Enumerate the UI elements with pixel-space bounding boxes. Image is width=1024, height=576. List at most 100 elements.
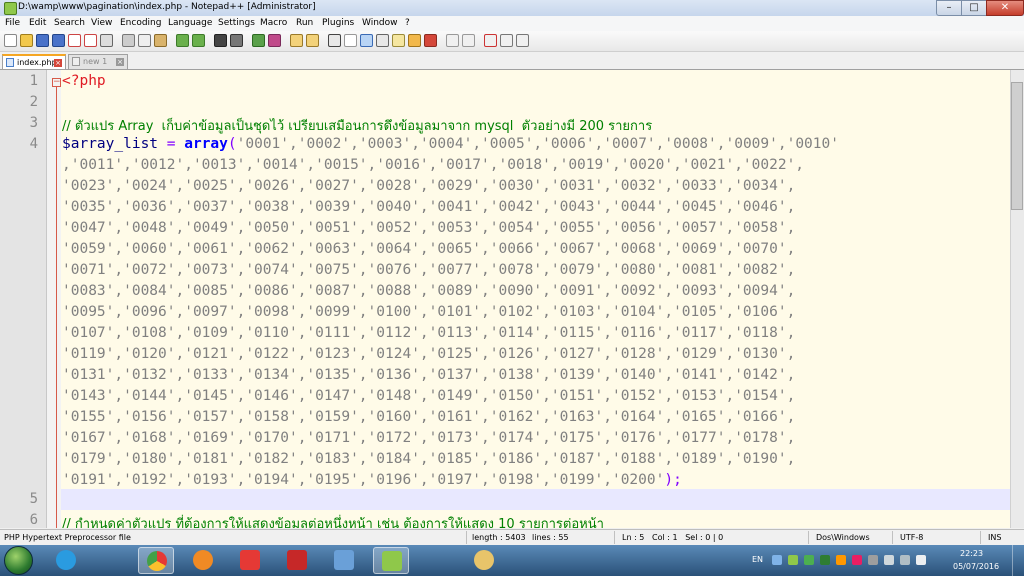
start-button[interactable] [4, 546, 33, 575]
taskbar-notepadplusplus[interactable] [373, 547, 409, 574]
clock-time[interactable]: 22:23 [960, 549, 983, 558]
line-number-gutter: 1 2 3 4 5 6 [0, 70, 47, 528]
media-player-icon [193, 550, 213, 570]
flag-icon[interactable] [884, 555, 894, 565]
menu-settings[interactable]: Settings [218, 18, 255, 28]
save-all-icon[interactable] [52, 34, 65, 47]
redo-icon[interactable] [192, 34, 205, 47]
code-line-6: // กำหนดค่าตัวแปร ที่ต้องการให้แสดงข้อมู… [62, 517, 604, 528]
tray-app-icon[interactable] [836, 555, 846, 565]
status-divider [466, 531, 467, 544]
line-number: 1 [29, 73, 38, 89]
string-list: '0001','0002','0003','0004','0005','0006… [236, 136, 839, 152]
tray-app-icon[interactable] [820, 555, 830, 565]
tab-close-icon[interactable]: × [54, 59, 62, 67]
menu-window[interactable]: Window [362, 18, 398, 28]
operator-token: ); [664, 472, 682, 488]
zoom-out-icon[interactable] [268, 34, 281, 47]
doc-map-icon[interactable] [376, 34, 389, 47]
copy-icon[interactable] [138, 34, 151, 47]
status-encoding: UTF-8 [900, 533, 924, 542]
menu-language[interactable]: Language [168, 18, 212, 28]
clock-date[interactable]: 05/07/2016 [953, 562, 999, 571]
menu-edit[interactable]: Edit [29, 18, 46, 28]
close-button[interactable]: ✕ [986, 0, 1024, 16]
play-macro-icon[interactable] [484, 34, 497, 47]
show-desktop-button[interactable] [1012, 545, 1024, 576]
tab-index-php[interactable]: index.php × [2, 54, 66, 69]
tray-app-icon[interactable] [788, 555, 798, 565]
maximize-button[interactable]: □ [961, 0, 987, 16]
fold-toggle-icon[interactable]: − [52, 78, 61, 87]
wrapped-line: ,'0011','0012','0013','0014','0015','001… [62, 157, 805, 173]
cut-icon[interactable] [122, 34, 135, 47]
taskbar-network-tool[interactable] [326, 547, 362, 574]
paste-icon[interactable] [154, 34, 167, 47]
paint-icon [474, 550, 494, 570]
menu-plugins[interactable]: Plugins [322, 18, 354, 28]
bluetooth-icon[interactable] [868, 555, 878, 565]
taskbar-chrome[interactable] [138, 547, 174, 574]
volume-icon[interactable] [916, 555, 926, 565]
monitor-icon[interactable] [424, 34, 437, 47]
run-macro-multiple-icon[interactable] [500, 34, 513, 47]
save-macro-icon[interactable] [516, 34, 529, 47]
wrapped-line: '0119','0120','0121','0122','0123','0124… [62, 346, 796, 362]
notepadplusplus-icon [382, 551, 402, 571]
minimize-button[interactable]: – [936, 0, 962, 16]
input-language[interactable]: EN [752, 555, 763, 564]
close-all-icon[interactable] [84, 34, 97, 47]
wrapped-line: '0131','0132','0133','0134','0135','0136… [62, 367, 796, 383]
line-number: 3 [29, 115, 38, 131]
taskbar-media-player[interactable] [185, 547, 221, 574]
current-line-highlight [61, 489, 1010, 510]
tray-app-icon[interactable] [804, 555, 814, 565]
sync-h-icon[interactable] [306, 34, 319, 47]
tab-label: new 1 [83, 57, 108, 66]
keyword-token: array [184, 136, 228, 152]
new-icon[interactable] [4, 34, 17, 47]
indent-guide-icon[interactable] [360, 34, 373, 47]
sync-v-icon[interactable] [290, 34, 303, 47]
word-wrap-icon[interactable] [328, 34, 341, 47]
replace-icon[interactable] [230, 34, 243, 47]
zoom-in-icon[interactable] [252, 34, 265, 47]
tab-new-1[interactable]: new 1 × [68, 54, 128, 69]
network-icon[interactable] [900, 555, 910, 565]
fold-line [56, 87, 57, 528]
taskbar-paint[interactable] [466, 547, 502, 574]
menu-view[interactable]: View [91, 18, 112, 28]
stop-macro-icon[interactable] [462, 34, 475, 47]
show-all-chars-icon[interactable] [344, 34, 357, 47]
close-icon[interactable] [68, 34, 81, 47]
tray-arrow-icon[interactable] [772, 555, 782, 565]
taskbar-pdf-reader[interactable] [232, 547, 268, 574]
record-macro-icon[interactable] [446, 34, 459, 47]
string-list: '0191','0192','0193','0194','0195','0196… [62, 472, 665, 488]
menu-macro[interactable]: Macro [260, 18, 287, 28]
open-icon[interactable] [20, 34, 33, 47]
line-number: 4 [29, 136, 38, 152]
print-icon[interactable] [100, 34, 113, 47]
folder-icon[interactable] [408, 34, 421, 47]
scrollbar-thumb[interactable] [1011, 82, 1023, 210]
function-list-icon[interactable] [392, 34, 405, 47]
menu-file[interactable]: File [5, 18, 20, 28]
tab-close-icon[interactable]: × [116, 58, 124, 66]
status-divider [808, 531, 809, 544]
menu-encoding[interactable]: Encoding [120, 18, 161, 28]
menu-run[interactable]: Run [296, 18, 313, 28]
menu-search[interactable]: Search [54, 18, 85, 28]
status-divider [892, 531, 893, 544]
save-icon[interactable] [36, 34, 49, 47]
taskbar-acrobat[interactable] [279, 547, 315, 574]
toolbar [0, 31, 1024, 52]
pdf-reader-icon [240, 550, 260, 570]
undo-icon[interactable] [176, 34, 189, 47]
menu-help[interactable]: ? [405, 18, 410, 28]
operator-token: ( [227, 136, 237, 152]
internet-explorer-icon [56, 550, 76, 570]
tray-app-icon[interactable] [852, 555, 862, 565]
taskbar-internet-explorer[interactable] [48, 547, 84, 574]
find-icon[interactable] [214, 34, 227, 47]
